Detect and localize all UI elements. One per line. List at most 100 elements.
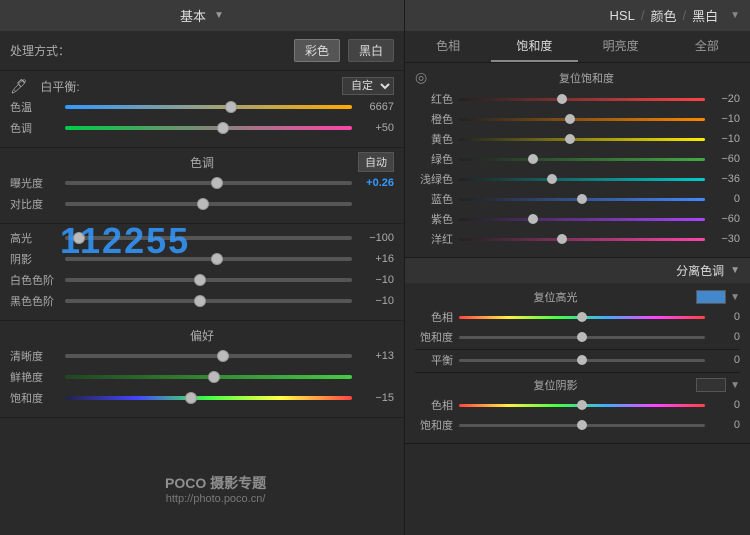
purple-label: 紫色 [415, 211, 453, 227]
orange-value: −10 [705, 113, 740, 125]
balance-value: 0 [705, 354, 740, 366]
green-value: −60 [705, 153, 740, 165]
highlights-label: 高光 [10, 230, 65, 246]
temp-value: 6667 [352, 101, 394, 113]
hl-sat-value: 0 [705, 331, 740, 343]
aqua-row: 浅绿色 −36 [415, 171, 740, 187]
red-track-wrap[interactable] [459, 93, 705, 105]
magenta-row: 洋红 −30 [415, 231, 740, 247]
tone-title: 色调 自动 [10, 154, 394, 171]
vibrance-track[interactable] [65, 370, 352, 384]
tint-row: 色调 +50 [10, 120, 394, 136]
hswb-section: 高光 −100 阴影 +16 白色色阶 [0, 224, 404, 321]
exposure-row: 曝光度 +0.26 [10, 175, 394, 191]
hl-hue-label: 色相 [415, 309, 453, 325]
magenta-track-wrap[interactable] [459, 233, 705, 245]
wb-section: 🖊 白平衡: 自定 色温 6667 色调 +50 [0, 71, 404, 148]
clarity-value: +13 [352, 350, 394, 362]
shadows-value: +16 [352, 253, 394, 265]
exposure-value: +0.26 [352, 177, 394, 189]
magenta-value: −30 [705, 233, 740, 245]
tab-luminance[interactable]: 明亮度 [578, 31, 664, 62]
contrast-row: 对比度 [10, 196, 394, 212]
vibrance-label: 鲜艳度 [10, 369, 65, 385]
hsl-label: HSL [610, 8, 635, 23]
basic-title: 基本 [180, 6, 206, 25]
basic-arrow: ▼ [214, 10, 224, 21]
saturation-track[interactable] [65, 391, 352, 405]
sh-sat-row: 饱和度 0 [415, 417, 740, 433]
balance-track[interactable] [459, 354, 705, 366]
tab-hue[interactable]: 色相 [405, 31, 491, 62]
hl-hue-row: 色相 0 [415, 309, 740, 325]
orange-label: 橙色 [415, 111, 453, 127]
highlight-arrow: ▼ [730, 292, 740, 303]
shadow-swatch[interactable] [696, 378, 726, 392]
sh-hue-row: 色相 0 [415, 397, 740, 413]
split-tone-title: 分离色调 [676, 262, 724, 279]
tint-value: +50 [352, 122, 394, 134]
sh-sat-track[interactable] [459, 419, 705, 431]
temp-track-wrap[interactable] [65, 100, 352, 114]
clarity-track[interactable] [65, 349, 352, 363]
blue-label: 蓝色 [415, 191, 453, 207]
highlights-track[interactable] [65, 231, 352, 245]
whites-row: 白色色阶 −10 [10, 272, 394, 288]
wb-select[interactable]: 自定 [342, 77, 394, 95]
saturation-label: 饱和度 [10, 390, 65, 406]
purple-value: −60 [705, 213, 740, 225]
aqua-label: 浅绿色 [415, 171, 453, 187]
blue-track-wrap[interactable] [459, 193, 705, 205]
sh-hue-track[interactable] [459, 399, 705, 411]
sh-sat-value: 0 [705, 419, 740, 431]
saturation-value: −15 [352, 392, 394, 404]
tab-saturation[interactable]: 饱和度 [491, 31, 577, 62]
tone-section: 色调 自动 曝光度 +0.26 对比度 [0, 148, 404, 224]
blacks-track[interactable] [65, 294, 352, 308]
whites-track[interactable] [65, 273, 352, 287]
aqua-track-wrap[interactable] [459, 173, 705, 185]
yellow-track-wrap[interactable] [459, 133, 705, 145]
whites-value: −10 [352, 274, 394, 286]
green-track-wrap[interactable] [459, 153, 705, 165]
tab-all[interactable]: 全部 [664, 31, 750, 62]
blacks-value: −10 [352, 295, 394, 307]
vibrance-row: 鲜艳度 [10, 369, 394, 385]
split-tone-arrow: ▼ [730, 265, 740, 276]
hl-sat-track[interactable] [459, 331, 705, 343]
tint-track-wrap[interactable] [65, 121, 352, 135]
purple-track-wrap[interactable] [459, 213, 705, 225]
color-label: 颜色 [650, 6, 676, 25]
highlight-reset-label: 复位高光 [415, 289, 696, 305]
sep2: / [682, 8, 686, 23]
blue-value: 0 [705, 193, 740, 205]
pref-title: 偏好 [10, 327, 394, 344]
shadows-track[interactable] [65, 252, 352, 266]
process-row: 处理方式： 彩色 黑白 [0, 31, 404, 71]
balance-label: 平衡 [415, 352, 453, 368]
shadow-reset-label: 复位阴影 [415, 377, 696, 393]
target-icon: ◎ [415, 69, 433, 86]
contrast-track[interactable] [65, 197, 352, 211]
highlights-row: 高光 −100 [10, 230, 394, 246]
reset-sat-label: 复位饱和度 [433, 70, 740, 86]
auto-btn[interactable]: 自动 [358, 152, 394, 172]
hl-hue-track[interactable] [459, 311, 705, 323]
shadows-row: 阴影 +16 [10, 251, 394, 267]
hsl-arrow: ▼ [730, 10, 740, 21]
exposure-track[interactable] [65, 176, 352, 190]
basic-header: 基本 ▼ [0, 0, 404, 31]
yellow-value: −10 [705, 133, 740, 145]
hl-hue-value: 0 [705, 311, 740, 323]
split-tone-header: 分离色调 ▼ [405, 258, 750, 283]
tabs-row: 色相 饱和度 明亮度 全部 [405, 31, 750, 63]
yellow-label: 黄色 [415, 131, 453, 147]
yellow-row: 黄色 −10 [415, 131, 740, 147]
bw-btn[interactable]: 黑白 [348, 39, 394, 62]
highlight-swatch[interactable] [696, 290, 726, 304]
hl-sat-row: 饱和度 0 [415, 329, 740, 345]
orange-track-wrap[interactable] [459, 113, 705, 125]
magenta-label: 洋红 [415, 231, 453, 247]
split-tone-section: 复位高光 ▼ 色相 0 饱和度 0 平 [405, 283, 750, 444]
color-btn[interactable]: 彩色 [294, 39, 340, 62]
